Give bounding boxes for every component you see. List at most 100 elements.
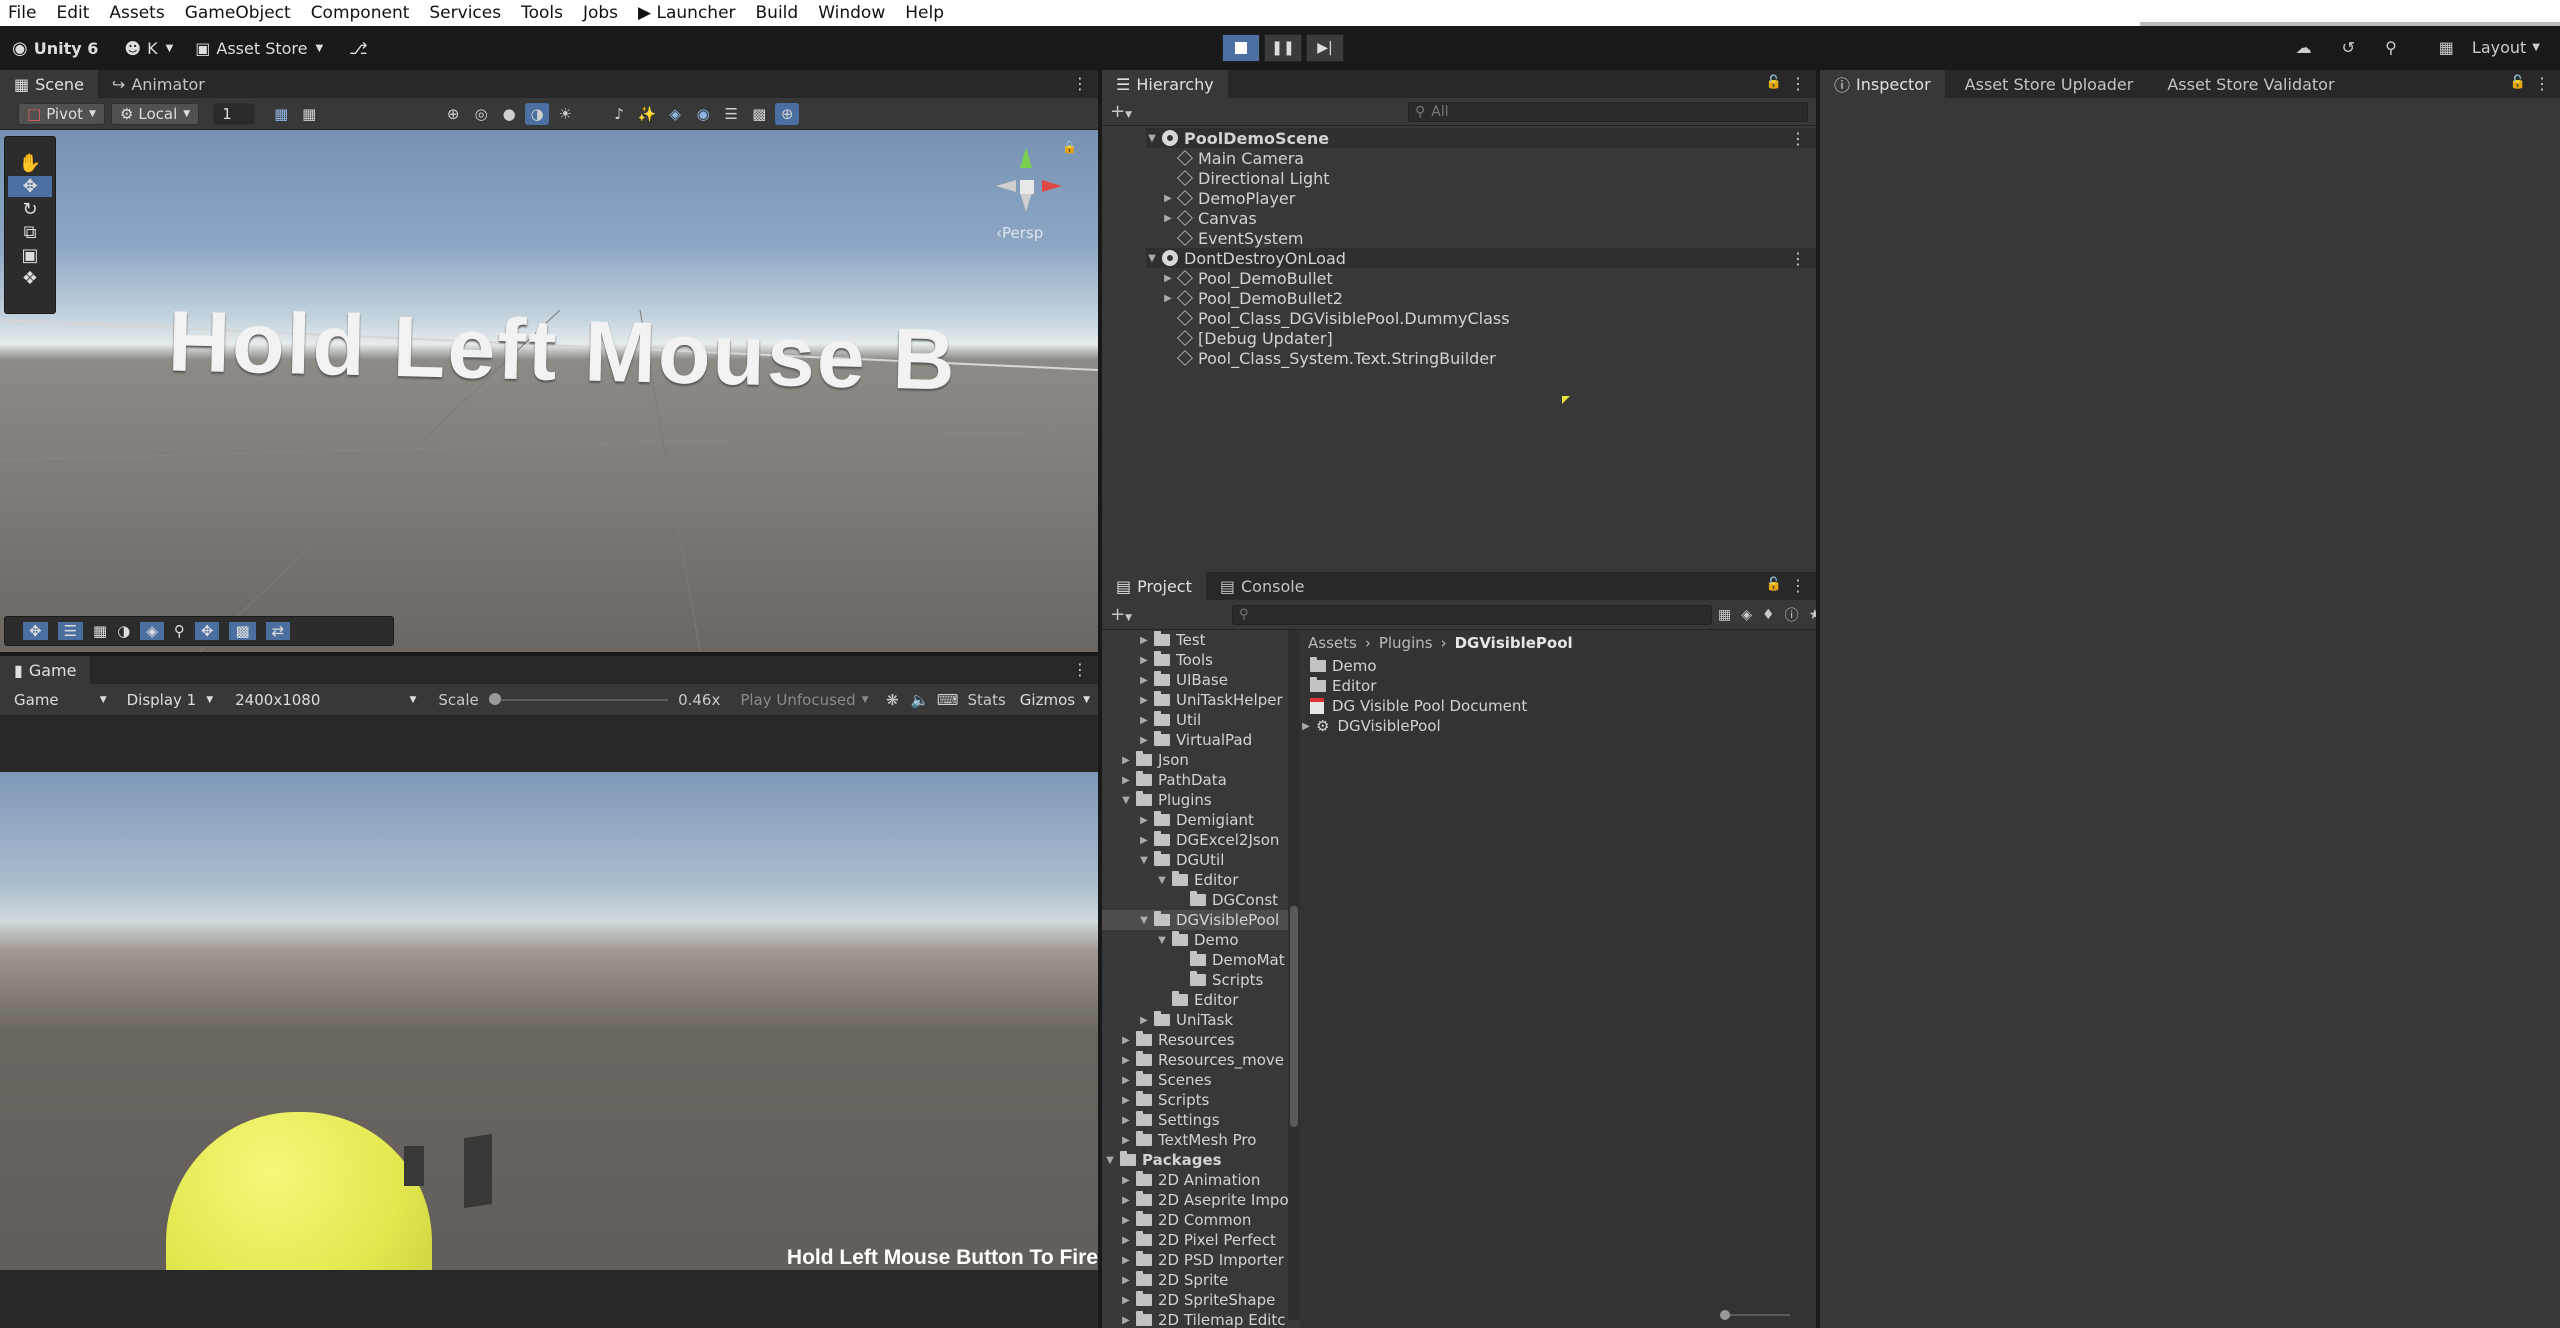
project-search-field[interactable]: ⚲: [1232, 604, 1712, 625]
visibility-icon[interactable]: ◉: [691, 103, 715, 125]
tab-scene[interactable]: ▦ Scene: [0, 70, 98, 98]
menu-launcher[interactable]: ▶ Launcher: [638, 3, 735, 23]
tab-hierarchy[interactable]: ☰ Hierarchy: [1102, 70, 1228, 98]
tree-folder[interactable]: ▶ 2D Animation: [1120, 1170, 1260, 1190]
tree-folder[interactable]: ▶ Resources: [1120, 1030, 1235, 1050]
tree-folder[interactable]: ▼ Demo: [1156, 930, 1239, 950]
file-list-item[interactable]: ▶ ⚙ DGVisiblePool: [1300, 716, 1441, 736]
favorite-star-icon[interactable]: ★: [1809, 607, 1816, 623]
debug-icon[interactable]: ❋: [881, 689, 905, 711]
expand-arrow-icon[interactable]: ▶: [1162, 193, 1174, 204]
tree-folder[interactable]: ▶ Scenes: [1120, 1070, 1212, 1090]
tree-scrollbar-thumb[interactable]: [1290, 906, 1298, 1127]
tree-folder[interactable]: ▼ DGUtil: [1138, 850, 1224, 870]
hierarchy-row[interactable]: ▶ Pool_DemoBullet2: [1162, 288, 1343, 308]
hierarchy-row[interactable]: ▶ DemoPlayer: [1162, 188, 1295, 208]
local-dropdown[interactable]: ⚙ Local ▼: [110, 102, 200, 125]
tree-folder[interactable]: ▶ Scripts: [1120, 1090, 1209, 1110]
expand-arrow-icon[interactable]: ▶: [1138, 1015, 1150, 1026]
expand-arrow-icon[interactable]: ▶: [1120, 1195, 1132, 1206]
tree-folder[interactable]: ▶ 2D PSD Importer: [1120, 1250, 1284, 1270]
expand-arrow-icon[interactable]: ▼: [1146, 253, 1158, 264]
menu-jobs[interactable]: Jobs: [583, 3, 618, 23]
game-viewport[interactable]: Hold Left Mouse Button To Fire: [0, 772, 1098, 1270]
tab-console[interactable]: ▤ Console: [1206, 572, 1319, 600]
tree-folder[interactable]: ▶ TextMesh Pro: [1120, 1130, 1256, 1150]
menu-tools[interactable]: Tools: [521, 3, 563, 23]
hierarchy-row[interactable]: ▶ Canvas: [1162, 208, 1257, 228]
expand-arrow-icon[interactable]: ▶: [1120, 1315, 1132, 1326]
expand-arrow-icon[interactable]: ▼: [1156, 875, 1168, 886]
breadcrumb-item[interactable]: DGVisiblePool: [1455, 634, 1573, 652]
scene-viewport[interactable]: Hold Left Mouse B ✋ ✥ ↻ ⧉ ▣ ❖ 🔒 ‹Persp ✥…: [0, 130, 1098, 652]
tree-scrollbar[interactable]: [1288, 630, 1300, 1320]
account-dropdown[interactable]: ☻ K ▼: [124, 39, 173, 58]
tab-animator[interactable]: ↪ Animator: [98, 70, 219, 98]
game-panel-menu-icon[interactable]: ⋮: [1072, 660, 1088, 679]
tree-folder[interactable]: ▶ UniTask: [1138, 1010, 1233, 1030]
tree-folder[interactable]: ▶ Resources_move: [1120, 1050, 1284, 1070]
tab-game[interactable]: ▮ Game: [0, 656, 91, 684]
step-button[interactable]: ▶|: [1306, 34, 1344, 62]
scale-tool-icon[interactable]: ⧉: [24, 222, 37, 243]
hierarchy-row[interactable]: Pool_Class_DGVisiblePool.DummyClass: [1162, 308, 1510, 328]
pause-button[interactable]: ❚❚: [1264, 34, 1302, 62]
expand-arrow-icon[interactable]: ▼: [1104, 1155, 1116, 1166]
hierarchy-row-scene[interactable]: ▼ DontDestroyOnLoad ⋮: [1146, 248, 1816, 268]
expand-arrow-icon[interactable]: ▶: [1120, 775, 1132, 786]
create-add-button[interactable]: +▼: [1110, 101, 1132, 122]
tree-folder[interactable]: ▶ 2D Pixel Perfect: [1120, 1230, 1276, 1250]
tree-folder[interactable]: Scripts: [1174, 970, 1263, 990]
tree-folder[interactable]: ▶ 2D SpriteShape: [1120, 1290, 1275, 1310]
expand-arrow-icon[interactable]: ▶: [1120, 1115, 1132, 1126]
audio-mute-icon[interactable]: ♪: [607, 103, 631, 125]
menu-services[interactable]: Services: [429, 3, 501, 23]
overlay-shading-icon[interactable]: ◑: [117, 622, 130, 640]
expand-arrow-icon[interactable]: ▶: [1120, 1095, 1132, 1106]
icon-size-slider[interactable]: [1720, 1310, 1790, 1320]
expand-arrow-icon[interactable]: ▶: [1120, 1295, 1132, 1306]
tree-folder[interactable]: ▼ Editor: [1156, 870, 1238, 890]
game-mode-dropdown[interactable]: Game ▼: [6, 689, 115, 711]
expand-arrow-icon[interactable]: ▶: [1120, 1235, 1132, 1246]
expand-arrow-icon[interactable]: ▶: [1138, 655, 1150, 666]
gizmos-icon[interactable]: ⊕: [775, 102, 800, 125]
overlay-grid-icon[interactable]: ▦: [93, 622, 107, 640]
tab-inspector[interactable]: ⓘ Inspector: [1820, 70, 1945, 98]
expand-arrow-icon[interactable]: ▶: [1120, 1075, 1132, 1086]
tree-folder[interactable]: ▶ Json: [1120, 750, 1189, 770]
move-tool-icon[interactable]: ✥: [8, 176, 52, 197]
expand-arrow-icon[interactable]: ▶: [1120, 1135, 1132, 1146]
menu-window[interactable]: Window: [818, 3, 885, 23]
issues-icon[interactable]: ⓘ: [1785, 605, 1799, 625]
tree-folder[interactable]: ▼ Packages: [1104, 1150, 1222, 1170]
search-icon[interactable]: ⚲: [2385, 38, 2397, 57]
menu-build[interactable]: Build: [756, 3, 799, 23]
grid-snap-icon[interactable]: ▦: [269, 103, 293, 125]
transform-tool-icon[interactable]: ❖: [22, 268, 38, 289]
overlay-search-icon[interactable]: ⚲: [174, 622, 185, 640]
tree-folder[interactable]: Editor: [1156, 990, 1238, 1010]
camera-icon[interactable]: ▩: [747, 103, 771, 125]
overlay-move-icon[interactable]: ✥: [23, 622, 48, 640]
hierarchy-row[interactable]: Main Camera: [1162, 148, 1304, 168]
expand-arrow-icon[interactable]: ▶: [1120, 1215, 1132, 1226]
expand-arrow-icon[interactable]: ▼: [1138, 855, 1150, 866]
tree-folder[interactable]: DGConst: [1174, 890, 1278, 910]
persp-label[interactable]: ‹Persp: [996, 224, 1043, 242]
shading-shaded-icon[interactable]: ●: [497, 103, 521, 125]
tree-folder-selected[interactable]: ▼ DGVisiblePool: [1102, 910, 1288, 930]
hand-tool-icon[interactable]: ✋: [19, 153, 41, 174]
tree-folder[interactable]: ▶ DGExcel2Json: [1138, 830, 1279, 850]
stop-button[interactable]: [1222, 34, 1260, 62]
expand-arrow-icon[interactable]: ▼: [1120, 795, 1132, 806]
hierarchy-row[interactable]: EventSystem: [1162, 228, 1304, 248]
menu-help[interactable]: Help: [905, 3, 944, 23]
hierarchy-row-scene[interactable]: ▼ PoolDemoScene ⋮: [1146, 128, 1816, 148]
shading-unlit-icon[interactable]: ◑: [525, 102, 550, 125]
expand-arrow-icon[interactable]: ▶: [1138, 735, 1150, 746]
create-add-button[interactable]: +▼: [1110, 604, 1132, 625]
expand-arrow-icon[interactable]: ▶: [1138, 835, 1150, 846]
version-control-button[interactable]: ⎇: [349, 39, 367, 58]
file-list-item[interactable]: Demo: [1310, 656, 1377, 676]
